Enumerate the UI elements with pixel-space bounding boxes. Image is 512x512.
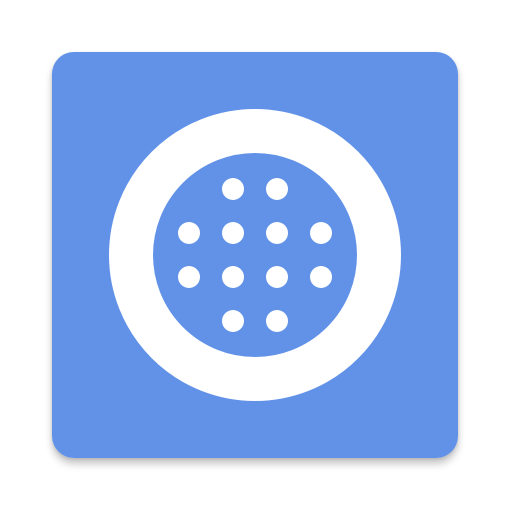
canvas xyxy=(0,0,512,512)
dot-2-3 xyxy=(266,222,288,244)
dot-4-2 xyxy=(266,310,288,332)
dot-1-2 xyxy=(266,178,288,200)
dot-3-2 xyxy=(222,266,244,288)
dot-2-1 xyxy=(178,222,200,244)
dot-2-2 xyxy=(222,222,244,244)
keypad-ring-icon xyxy=(52,52,458,458)
dot-2-4 xyxy=(310,222,332,244)
dot-3-3 xyxy=(266,266,288,288)
dot-4-1 xyxy=(222,310,244,332)
app-icon-tile[interactable] xyxy=(52,52,458,458)
dot-1-1 xyxy=(222,178,244,200)
dot-3-1 xyxy=(178,266,200,288)
dot-3-4 xyxy=(310,266,332,288)
